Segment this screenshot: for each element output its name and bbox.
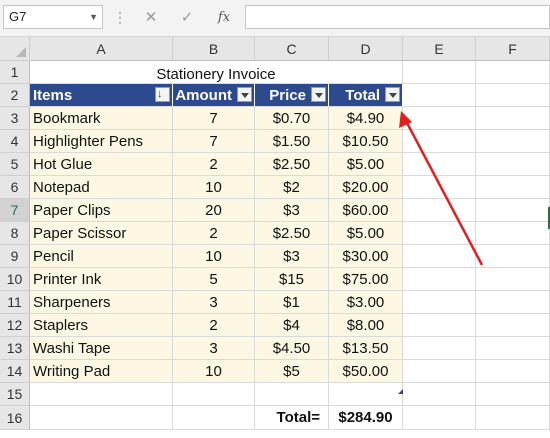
annotation-arrow [399, 111, 484, 266]
